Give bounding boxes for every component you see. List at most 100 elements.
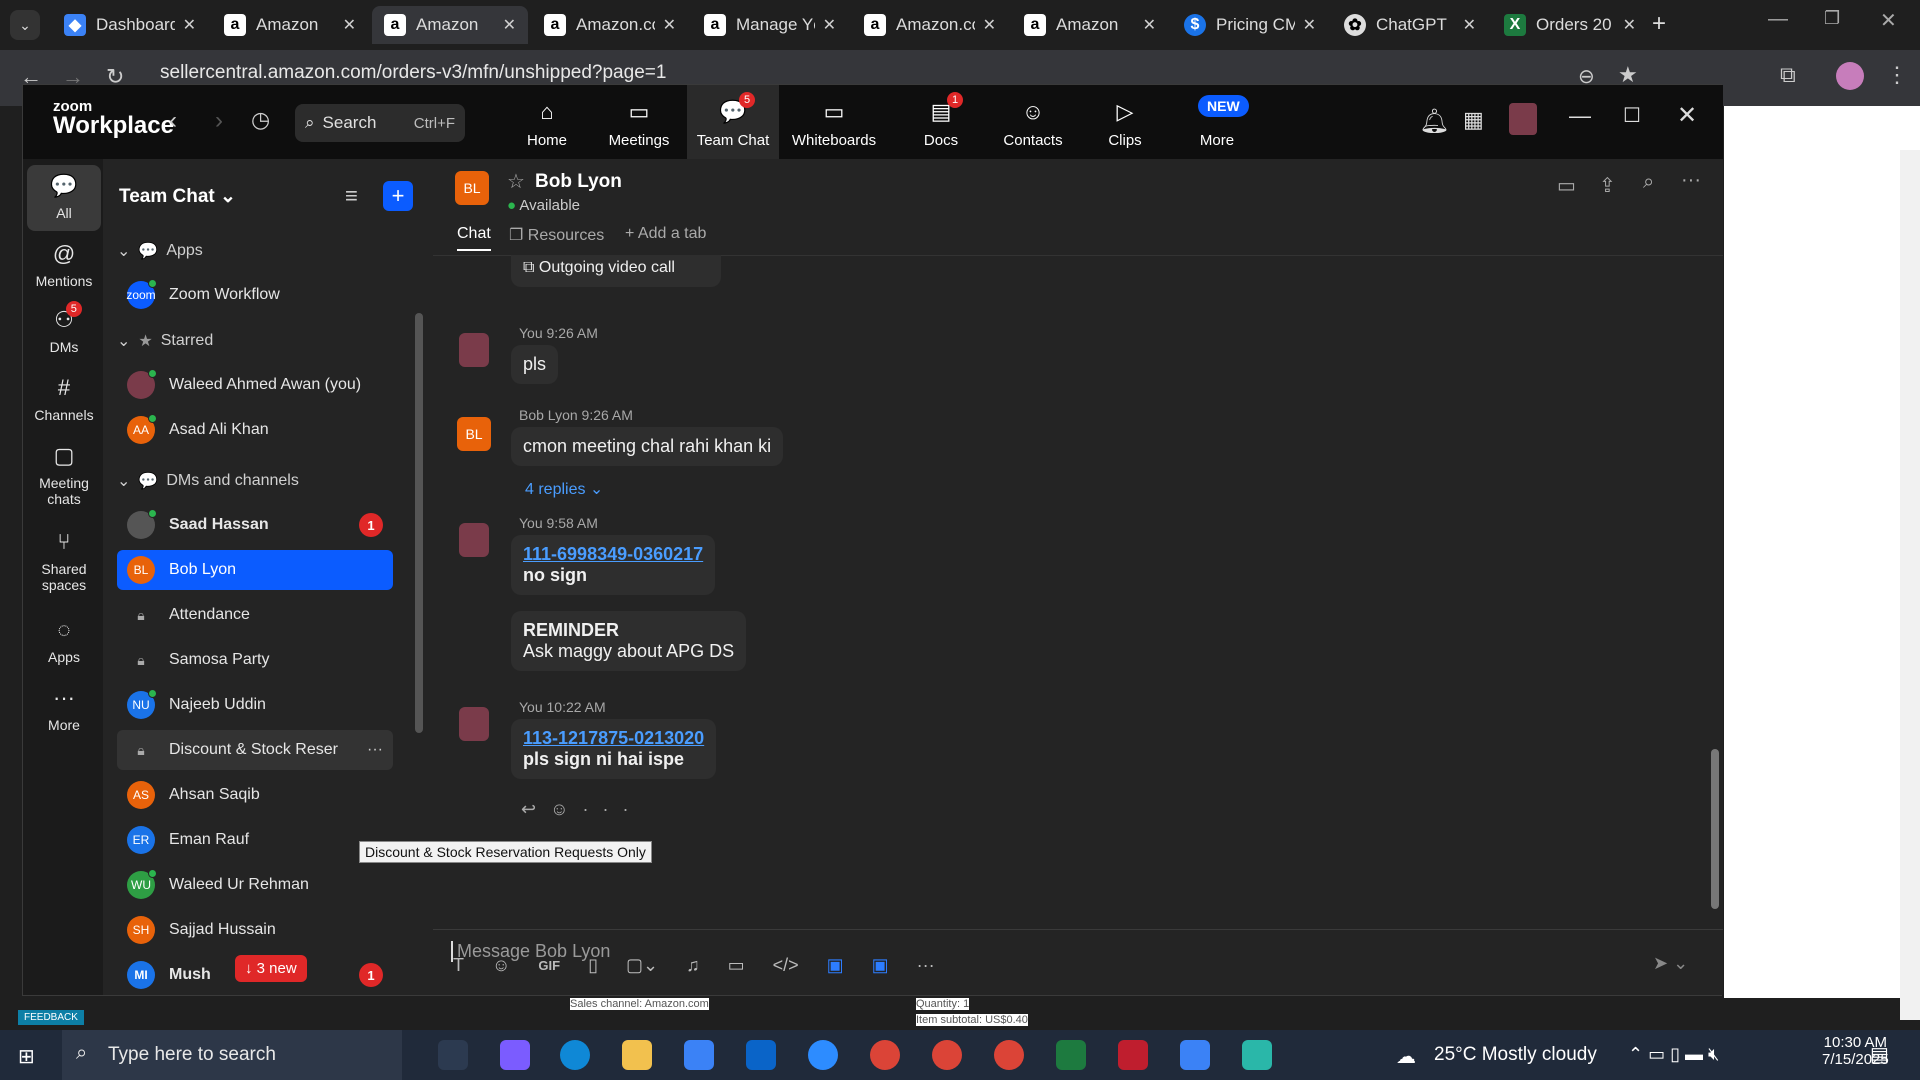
menu-icon[interactable]: ⋮ [1886,62,1908,88]
chrome-icon[interactable] [870,1040,900,1070]
search-icon[interactable]: ⌕ [1643,171,1654,194]
order-link[interactable]: 113-1217875-0213020 [523,728,704,749]
calculator-icon[interactable] [1180,1040,1210,1070]
windows-start-icon[interactable]: ⊞ [18,1044,35,1069]
list-item[interactable]: Waleed Ahmed Awan (you) [117,365,393,405]
weather-icon[interactable]: ☁ [1396,1044,1416,1069]
format-text-icon[interactable]: T [453,955,464,976]
video-call-icon[interactable]: ▭ [1557,173,1576,198]
order-link[interactable]: 111-6998349-0360217 [523,544,703,565]
extensions-icon[interactable]: ⧉ [1780,62,1796,88]
close-icon[interactable]: ✕ [663,15,676,35]
chrome-icon[interactable] [994,1040,1024,1070]
tab-amazon-1[interactable]: a Amazon ✕ [212,6,368,44]
outlook-icon[interactable] [746,1040,776,1070]
video-message-icon[interactable]: ▭ [728,955,745,976]
tab-add[interactable]: + Add a tab [625,225,706,243]
excel-icon[interactable] [1056,1040,1086,1070]
gif-icon[interactable]: GIF [538,958,560,973]
store-icon[interactable] [684,1040,714,1070]
chrome-icon[interactable] [932,1040,962,1070]
tab-resources[interactable]: ❐ Resources [509,225,604,245]
filter-icon[interactable]: ≡ [345,183,358,209]
list-item[interactable]: 🔒︎ Discount & Stock Reser ··· [117,730,393,770]
list-item[interactable]: zoom Zoom Workflow [117,275,393,315]
list-item[interactable]: NU Najeeb Uddin [117,685,393,725]
close-icon[interactable]: ✕ [183,15,196,35]
contact-name[interactable]: Bob Lyon [535,171,622,193]
rail-apps[interactable]: ◌ Apps [27,617,101,665]
star-icon[interactable]: ☆ [507,169,525,194]
profile-avatar[interactable] [1836,62,1864,90]
back-arrow-icon[interactable]: ‹ [169,107,177,135]
file-explorer-icon[interactable] [622,1040,652,1070]
minimize-icon[interactable]: — [1768,8,1788,31]
rail-mentions[interactable]: @ Mentions [27,241,101,289]
zoom-maximize-icon[interactable]: ☐ [1623,103,1641,128]
section-starred[interactable]: ⌄ ★ Starred [117,331,213,351]
sidebar-scrollbar[interactable] [415,313,423,733]
tab-orders[interactable]: X Orders 20 ✕ [1492,6,1648,44]
list-item[interactable]: WU Waleed Ur Rehman [117,865,393,905]
list-item[interactable]: 🔒︎ Attendance [117,595,393,635]
system-tray-icons[interactable]: ⌃ ▭ ▯ ▬ 🔇︎ [1628,1044,1719,1065]
tab-amazon-4[interactable]: a Amazon.cc ✕ [852,6,1008,44]
notifications-icon[interactable]: 🔔︎ [1419,107,1449,136]
new-chat-button[interactable]: + [383,181,413,211]
close-icon[interactable]: ✕ [1303,15,1316,35]
user-avatar[interactable] [1509,103,1537,135]
list-item[interactable]: BL Bob Lyon [117,550,393,590]
nav-meetings[interactable]: ▭ Meetings [593,85,685,159]
more-dots-icon[interactable]: ··· [367,741,383,759]
rail-dms[interactable]: ⚇ 5 DMs [27,301,101,355]
close-window-icon[interactable]: ✕ [1880,8,1897,33]
list-item[interactable]: AS Ahsan Saqib [117,775,393,815]
tab-chat[interactable]: Chat [457,225,491,251]
screenshot-icon[interactable]: ▢⌄ [626,955,658,976]
feedback-tab[interactable]: FEEDBACK [18,1010,84,1025]
zoom-close-icon[interactable]: ✕ [1677,101,1697,130]
microphone-icon[interactable]: ♫ [686,955,700,976]
notifications-icon[interactable]: ▤ [1870,1042,1889,1067]
close-icon[interactable]: ✕ [1143,15,1156,35]
history-icon[interactable]: ◷ [251,107,270,133]
list-item[interactable]: AA Asad Ali Khan [117,410,393,450]
list-item[interactable]: ER Eman Rauf [117,820,393,860]
rail-shared-spaces[interactable]: ⑂ Shared spaces [27,529,101,593]
close-icon[interactable]: ✕ [503,15,516,35]
sidebar-title[interactable]: Team Chat ⌄ [119,185,236,208]
restore-icon[interactable]: ❐ [1824,8,1840,29]
rail-channels[interactable]: # Channels [27,375,101,423]
page-scrollbar[interactable] [1900,150,1920,1020]
forward-arrow-icon[interactable]: › [215,107,223,135]
close-icon[interactable]: ✕ [823,15,836,35]
zoom-search[interactable]: ⌕ Search Ctrl+F [295,104,465,142]
section-dms[interactable]: ⌄ 💬 DMs and channels [117,471,299,491]
close-icon[interactable]: ✕ [1463,15,1476,35]
app-icon-1[interactable]: ▣ [827,955,844,976]
section-apps[interactable]: ⌄ 💬 Apps [117,241,203,261]
close-icon[interactable]: ✕ [983,15,996,35]
filezilla-icon[interactable] [1118,1040,1148,1070]
nav-docs[interactable]: ▤ 1 Docs [895,85,987,159]
nav-clips[interactable]: ▷ Clips [1079,85,1171,159]
more-dots-icon[interactable]: ··· [917,955,935,976]
list-item[interactable]: SH Sajjad Hussain [117,910,393,950]
edge-icon[interactable] [560,1040,590,1070]
list-item[interactable]: Saad Hassan 1 [117,505,393,545]
chat-scrollbar[interactable] [1711,749,1719,909]
tab-dashboard[interactable]: ◆ Dashboard ✕ [52,6,208,44]
more-dots-icon[interactable]: ··· [1681,169,1701,192]
tab-search-icon[interactable]: ⌄ [10,10,40,40]
emoji-icon[interactable]: ☺ [492,955,510,976]
weather-text[interactable]: 25°C Mostly cloudy [1434,1044,1597,1066]
task-view-icon[interactable] [438,1040,468,1070]
contact-avatar[interactable]: BL [455,171,489,205]
tab-chatgpt[interactable]: ✿ ChatGPT ✕ [1332,6,1488,44]
app-icon[interactable] [1242,1040,1272,1070]
url-text[interactable]: sellercentral.amazon.com/orders-v3/mfn/u… [160,62,666,84]
share-screen-icon[interactable]: ⇪ [1599,173,1616,198]
list-item[interactable]: 🔒︎ Samosa Party [117,640,393,680]
zoom-minimize-icon[interactable]: — [1569,103,1591,129]
close-icon[interactable]: ✕ [343,15,356,35]
